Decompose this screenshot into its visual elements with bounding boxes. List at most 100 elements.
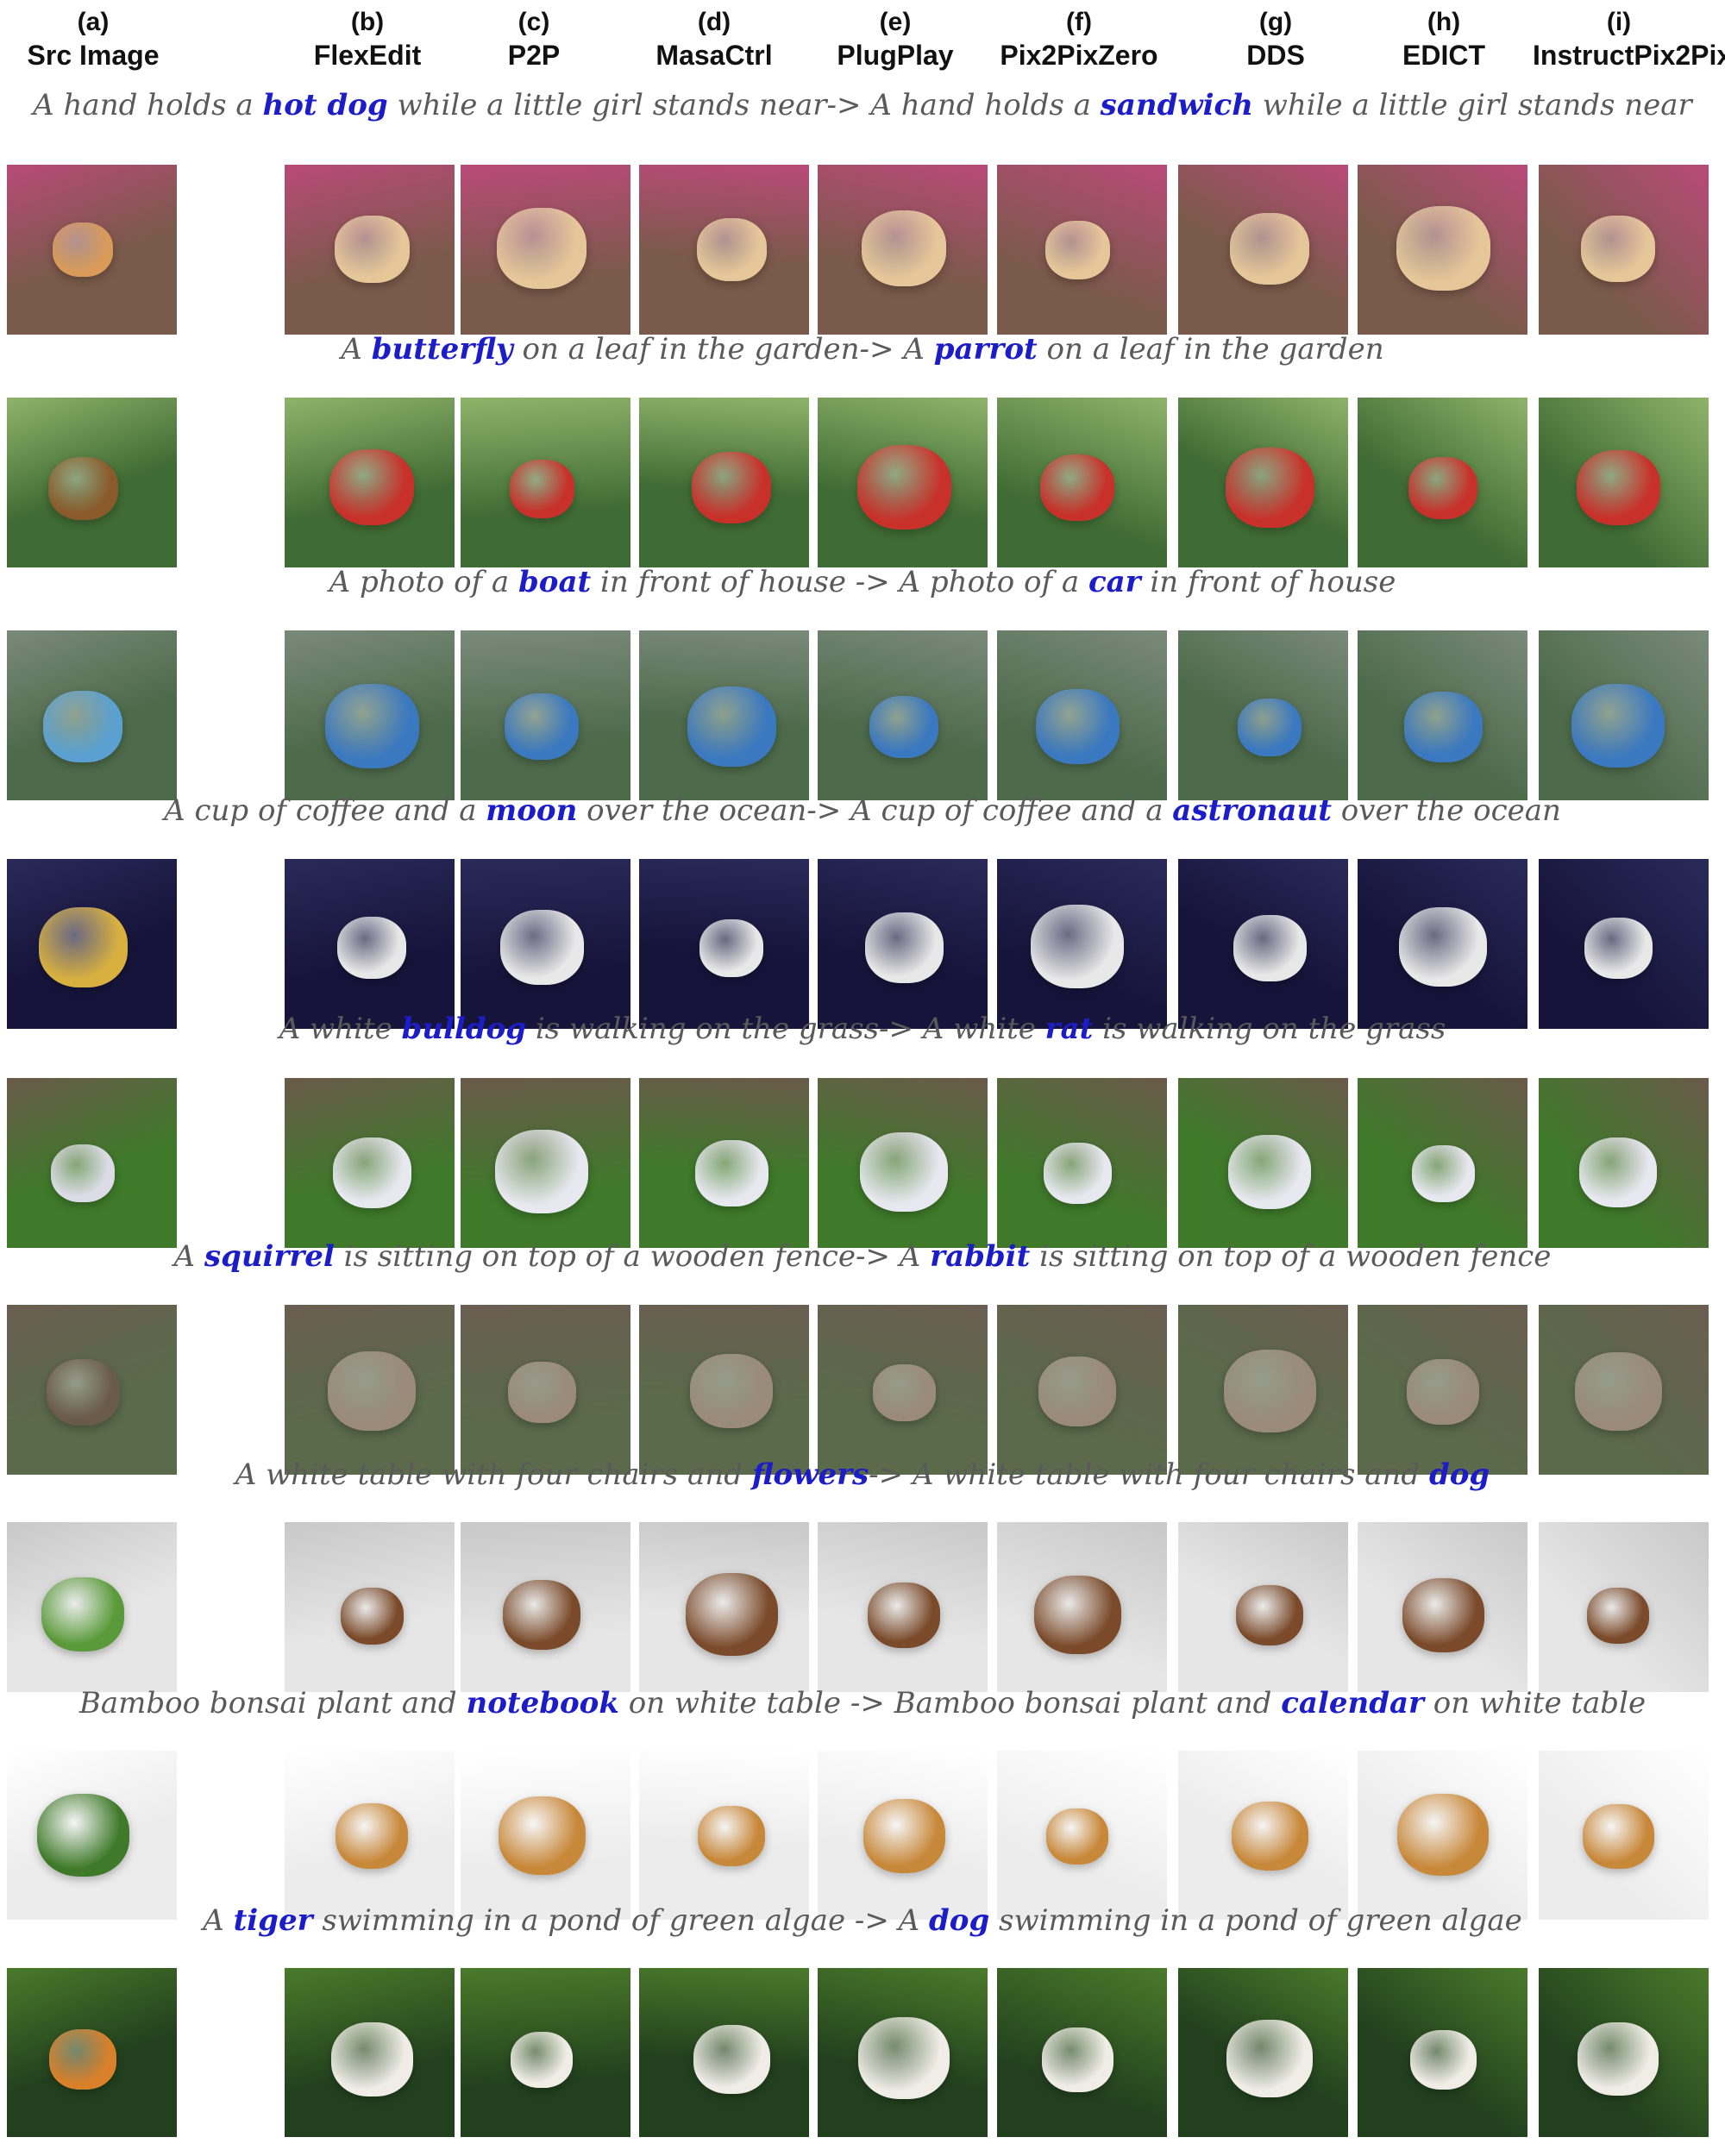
edited-subject [1031, 905, 1124, 988]
edited-image [285, 1968, 455, 2137]
edited-subject [858, 2017, 950, 2099]
edited-subject [686, 1573, 778, 1656]
edited-image [1178, 1522, 1348, 1692]
edited-subject [505, 693, 579, 760]
source-image [7, 1522, 177, 1692]
source-subject [39, 907, 128, 987]
edited-subject [1581, 216, 1655, 282]
edited-subject [503, 1580, 580, 1650]
caption-text: while a little girl stands near [1252, 88, 1692, 122]
edited-subject [690, 1354, 773, 1428]
caption-keyword: butterfly [371, 332, 513, 367]
edited-subject [1238, 699, 1302, 756]
column-method-name: Pix2PixZero [1000, 40, 1158, 71]
column-letter: (b) [350, 8, 385, 36]
edited-subject [1577, 450, 1660, 525]
caption-keyword: rat [1044, 1012, 1094, 1046]
edited-subject [868, 1583, 940, 1648]
caption-text: over the ocean [1331, 793, 1561, 828]
caption-keyword: dog [1428, 1457, 1490, 1492]
edited-image [639, 859, 809, 1029]
edited-image [818, 1078, 988, 1248]
edited-image [997, 630, 1167, 800]
caption-keyword: astronaut [1172, 793, 1332, 828]
edited-image [1358, 1078, 1527, 1248]
edited-subject [1046, 1808, 1108, 1865]
edit-prompt-caption: A tiger swimming in a pond of green alga… [0, 1903, 1725, 1938]
column-method-name: InstructPix2Pix [1533, 40, 1725, 71]
column-header: (b) FlexEdit [281, 7, 454, 72]
edited-image [1178, 1078, 1348, 1248]
edited-image [1358, 1522, 1527, 1692]
edit-prompt-caption: A hand holds a hot dog while a little gi… [0, 88, 1725, 122]
caption-text: swimming in a pond of green algae [989, 1903, 1522, 1938]
source-subject [43, 691, 122, 762]
source-image [7, 398, 177, 567]
edited-subject [1583, 1804, 1654, 1869]
edited-subject [697, 218, 767, 281]
edit-prompt-caption: A white bulldog is walking on the grass-… [0, 1012, 1725, 1046]
edited-image [285, 1078, 455, 1248]
edited-subject [1587, 1588, 1649, 1644]
edited-image [997, 398, 1167, 567]
edited-image [461, 1522, 630, 1692]
caption-keyword: calendar [1281, 1686, 1424, 1720]
caption-text: in front of house -> A photo of a [591, 565, 1088, 599]
caption-keyword: flowers [751, 1457, 869, 1492]
column-method-name: P2P [507, 40, 561, 71]
caption-text: over the ocean-> A cup of coffee and a [577, 793, 1173, 828]
edited-subject [333, 1138, 411, 1208]
edited-image [1178, 1968, 1348, 2137]
source-subject [53, 222, 113, 277]
column-method-name: Src Image [27, 40, 160, 71]
caption-keyword: bulldog [401, 1012, 527, 1046]
edited-subject [1396, 206, 1490, 291]
edited-subject [1233, 915, 1307, 981]
caption-text: is sitting on top of a wooden fence [1030, 1239, 1552, 1274]
edited-image [461, 1078, 630, 1248]
edited-image [285, 1305, 455, 1475]
edited-subject [869, 696, 938, 758]
edited-image [1358, 859, 1527, 1029]
edited-subject [1045, 221, 1110, 279]
edited-image [461, 859, 630, 1029]
edited-subject [692, 452, 771, 523]
edited-image [285, 859, 455, 1029]
edited-image [1539, 630, 1709, 800]
edited-subject [1230, 213, 1309, 285]
edited-subject [1226, 2020, 1313, 2097]
edited-image [1358, 1751, 1527, 1920]
edit-prompt-caption: A photo of a boat in front of house -> A… [0, 565, 1725, 599]
caption-keyword: boat [518, 565, 592, 599]
source-image [7, 1305, 177, 1475]
edited-subject [693, 2025, 770, 2094]
caption-text: A white [279, 1012, 402, 1046]
edited-subject [341, 1588, 404, 1645]
edited-image [285, 1522, 455, 1692]
edited-subject [1579, 1138, 1657, 1207]
caption-text: on white table [1423, 1686, 1647, 1720]
caption-text: Bamboo bonsai plant and [78, 1686, 467, 1720]
caption-text: A hand holds a [33, 88, 263, 122]
edited-image [818, 165, 988, 335]
edited-subject [699, 919, 763, 977]
source-image [7, 165, 177, 335]
edited-image [1178, 859, 1348, 1029]
edited-image [1539, 1522, 1709, 1692]
edit-prompt-caption: Bamboo bonsai plant and notebook on whit… [0, 1686, 1725, 1720]
caption-text: in front of house [1140, 565, 1396, 599]
caption-text: is sitting on top of a wooden fence-> A [334, 1239, 931, 1274]
edited-subject [1044, 1143, 1112, 1204]
column-letter: (e) [879, 8, 912, 36]
column-letter: (g) [1258, 8, 1293, 36]
edited-subject [1404, 692, 1483, 762]
column-method-name: EDICT [1402, 40, 1485, 71]
edited-image [285, 1751, 455, 1920]
caption-text: while a little girl stands near-> A hand… [387, 88, 1101, 122]
edited-image [1178, 1305, 1348, 1475]
edited-image [997, 1305, 1167, 1475]
edited-subject [1038, 1357, 1116, 1426]
edited-subject [497, 208, 586, 289]
source-subject [51, 1144, 115, 1202]
edited-subject [873, 1364, 936, 1421]
